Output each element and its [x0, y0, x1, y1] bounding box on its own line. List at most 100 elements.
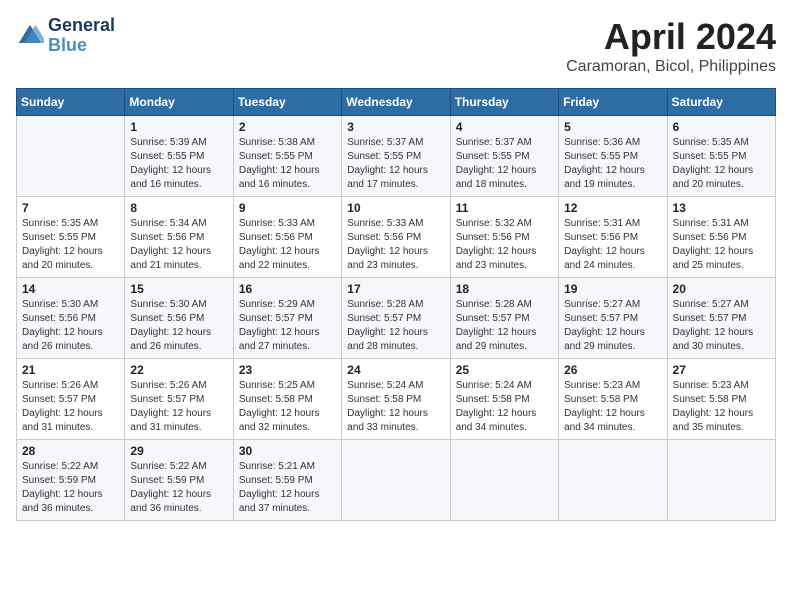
calendar-cell — [17, 116, 125, 197]
calendar-week-row: 14 Sunrise: 5:30 AMSunset: 5:56 PMDayligh… — [17, 278, 776, 359]
day-number: 10 — [347, 201, 444, 215]
weekday-header-thursday: Thursday — [450, 89, 558, 116]
day-number: 22 — [130, 363, 227, 377]
calendar-cell: 5 Sunrise: 5:36 AMSunset: 5:55 PMDaylight… — [559, 116, 667, 197]
day-number: 11 — [456, 201, 553, 215]
calendar-cell: 30Sunrise: 5:21 AMSunset: 5:59 PMDayligh… — [233, 440, 341, 521]
day-number: 25 — [456, 363, 553, 377]
calendar-cell: 28 Sunrise: 5:22 AMSunset: 5:59 PMDayligh… — [17, 440, 125, 521]
day-info: Sunrise: 5:29 AMSunset: 5:57 PMDaylight:… — [239, 298, 336, 354]
day-number: 15 — [130, 282, 227, 296]
weekday-header-saturday: Saturday — [667, 89, 775, 116]
calendar-week-row: 1 Sunrise: 5:39 AMSunset: 5:55 PMDaylight… — [17, 116, 776, 197]
calendar-cell: 16Sunrise: 5:29 AMSunset: 5:57 PMDayligh… — [233, 278, 341, 359]
calendar-cell: 18Sunrise: 5:28 AMSunset: 5:57 PMDayligh… — [450, 278, 558, 359]
day-info: Sunrise: 5:23 AMSunset: 5:58 PMDaylight:… — [564, 379, 661, 435]
day-info: Sunrise: 5:23 AMSunset: 5:58 PMDaylight:… — [673, 379, 770, 435]
calendar-cell: 26 Sunrise: 5:23 AMSunset: 5:58 PMDayligh… — [559, 359, 667, 440]
day-number: 27 — [673, 363, 770, 377]
calendar-cell: 14 Sunrise: 5:30 AMSunset: 5:56 PMDayligh… — [17, 278, 125, 359]
calendar-header: SundayMondayTuesdayWednesdayThursdayFrid… — [17, 89, 776, 116]
day-number: 30 — [239, 444, 336, 458]
day-info: Sunrise: 5:31 AMSunset: 5:56 PMDaylight:… — [673, 217, 770, 273]
day-number: 4 — [456, 120, 553, 134]
day-number: 17 — [347, 282, 444, 296]
day-number: 9 — [239, 201, 336, 215]
day-info: Sunrise: 5:34 AMSunset: 5:56 PMDaylight:… — [130, 217, 227, 273]
day-info: Sunrise: 5:27 AMSunset: 5:57 PMDaylight:… — [564, 298, 661, 354]
day-info: Sunrise: 5:37 AMSunset: 5:55 PMDaylight:… — [456, 136, 553, 192]
day-number: 1 — [130, 120, 227, 134]
calendar-cell: 2Sunrise: 5:38 AMSunset: 5:55 PMDaylight… — [233, 116, 341, 197]
day-info: Sunrise: 5:35 AMSunset: 5:55 PMDaylight:… — [673, 136, 770, 192]
weekday-header-wednesday: Wednesday — [342, 89, 450, 116]
day-info: Sunrise: 5:26 AMSunset: 5:57 PMDaylight:… — [130, 379, 227, 435]
calendar-cell — [667, 440, 775, 521]
day-number: 28 — [22, 444, 119, 458]
day-info: Sunrise: 5:35 AMSunset: 5:55 PMDaylight:… — [22, 217, 119, 273]
day-number: 21 — [22, 363, 119, 377]
calendar-cell: 10 Sunrise: 5:33 AMSunset: 5:56 PMDayligh… — [342, 197, 450, 278]
day-info: Sunrise: 5:22 AMSunset: 5:59 PMDaylight:… — [22, 460, 119, 516]
day-info: Sunrise: 5:24 AMSunset: 5:58 PMDaylight:… — [347, 379, 444, 435]
day-info: Sunrise: 5:37 AMSunset: 5:55 PMDaylight:… — [347, 136, 444, 192]
day-info: Sunrise: 5:33 AMSunset: 5:56 PMDaylight:… — [239, 217, 336, 273]
calendar-cell: 29Sunrise: 5:22 AMSunset: 5:59 PMDayligh… — [125, 440, 233, 521]
calendar-cell: 19Sunrise: 5:27 AMSunset: 5:57 PMDayligh… — [559, 278, 667, 359]
day-number: 5 — [564, 120, 661, 134]
calendar-cell — [342, 440, 450, 521]
calendar-cell: 1 Sunrise: 5:39 AMSunset: 5:55 PMDaylight… — [125, 116, 233, 197]
calendar-week-row: 28 Sunrise: 5:22 AMSunset: 5:59 PMDayligh… — [17, 440, 776, 521]
day-number: 14 — [22, 282, 119, 296]
calendar-cell: 23 Sunrise: 5:25 AMSunset: 5:58 PMDayligh… — [233, 359, 341, 440]
day-info: Sunrise: 5:31 AMSunset: 5:56 PMDaylight:… — [564, 217, 661, 273]
day-info: Sunrise: 5:24 AMSunset: 5:58 PMDaylight:… — [456, 379, 553, 435]
day-number: 7 — [22, 201, 119, 215]
day-info: Sunrise: 5:22 AMSunset: 5:59 PMDaylight:… — [130, 460, 227, 516]
calendar-body: 1 Sunrise: 5:39 AMSunset: 5:55 PMDaylight… — [17, 116, 776, 521]
calendar-cell — [559, 440, 667, 521]
calendar-cell: 25 Sunrise: 5:24 AMSunset: 5:58 PMDayligh… — [450, 359, 558, 440]
day-info: Sunrise: 5:30 AMSunset: 5:56 PMDaylight:… — [22, 298, 119, 354]
day-info: Sunrise: 5:28 AMSunset: 5:57 PMDaylight:… — [347, 298, 444, 354]
day-number: 3 — [347, 120, 444, 134]
day-info: Sunrise: 5:32 AMSunset: 5:56 PMDaylight:… — [456, 217, 553, 273]
weekday-header-monday: Monday — [125, 89, 233, 116]
day-info: Sunrise: 5:38 AMSunset: 5:55 PMDaylight:… — [239, 136, 336, 192]
logo: General Blue — [16, 16, 115, 56]
weekday-header-tuesday: Tuesday — [233, 89, 341, 116]
day-info: Sunrise: 5:27 AMSunset: 5:57 PMDaylight:… — [673, 298, 770, 354]
logo-icon — [16, 22, 44, 50]
calendar-cell: 12 Sunrise: 5:31 AMSunset: 5:56 PMDayligh… — [559, 197, 667, 278]
day-number: 12 — [564, 201, 661, 215]
day-info: Sunrise: 5:25 AMSunset: 5:58 PMDaylight:… — [239, 379, 336, 435]
day-number: 8 — [130, 201, 227, 215]
day-info: Sunrise: 5:39 AMSunset: 5:55 PMDaylight:… — [130, 136, 227, 192]
day-number: 23 — [239, 363, 336, 377]
day-info: Sunrise: 5:26 AMSunset: 5:57 PMDaylight:… — [22, 379, 119, 435]
calendar-cell: 8 Sunrise: 5:34 AMSunset: 5:56 PMDaylight… — [125, 197, 233, 278]
day-number: 20 — [673, 282, 770, 296]
calendar-week-row: 21 Sunrise: 5:26 AMSunset: 5:57 PMDayligh… — [17, 359, 776, 440]
calendar-cell: 3 Sunrise: 5:37 AMSunset: 5:55 PMDaylight… — [342, 116, 450, 197]
day-info: Sunrise: 5:30 AMSunset: 5:56 PMDaylight:… — [130, 298, 227, 354]
title-area: April 2024 Caramoran, Bicol, Philippines — [566, 16, 776, 76]
calendar-cell: 6 Sunrise: 5:35 AMSunset: 5:55 PMDaylight… — [667, 116, 775, 197]
weekday-header-sunday: Sunday — [17, 89, 125, 116]
calendar-cell: 17 Sunrise: 5:28 AMSunset: 5:57 PMDayligh… — [342, 278, 450, 359]
calendar-cell: 24 Sunrise: 5:24 AMSunset: 5:58 PMDayligh… — [342, 359, 450, 440]
calendar-cell: 7 Sunrise: 5:35 AMSunset: 5:55 PMDaylight… — [17, 197, 125, 278]
day-info: Sunrise: 5:36 AMSunset: 5:55 PMDaylight:… — [564, 136, 661, 192]
calendar-cell — [450, 440, 558, 521]
calendar-cell: 11 Sunrise: 5:32 AMSunset: 5:56 PMDayligh… — [450, 197, 558, 278]
day-number: 26 — [564, 363, 661, 377]
weekday-row: SundayMondayTuesdayWednesdayThursdayFrid… — [17, 89, 776, 116]
day-number: 6 — [673, 120, 770, 134]
subtitle: Caramoran, Bicol, Philippines — [566, 58, 776, 76]
day-number: 24 — [347, 363, 444, 377]
calendar-cell: 13Sunrise: 5:31 AMSunset: 5:56 PMDayligh… — [667, 197, 775, 278]
day-info: Sunrise: 5:33 AMSunset: 5:56 PMDaylight:… — [347, 217, 444, 273]
calendar-cell: 9 Sunrise: 5:33 AMSunset: 5:56 PMDaylight… — [233, 197, 341, 278]
logo-text: General Blue — [48, 16, 115, 56]
page-header: General Blue April 2024 Caramoran, Bicol… — [16, 16, 776, 76]
